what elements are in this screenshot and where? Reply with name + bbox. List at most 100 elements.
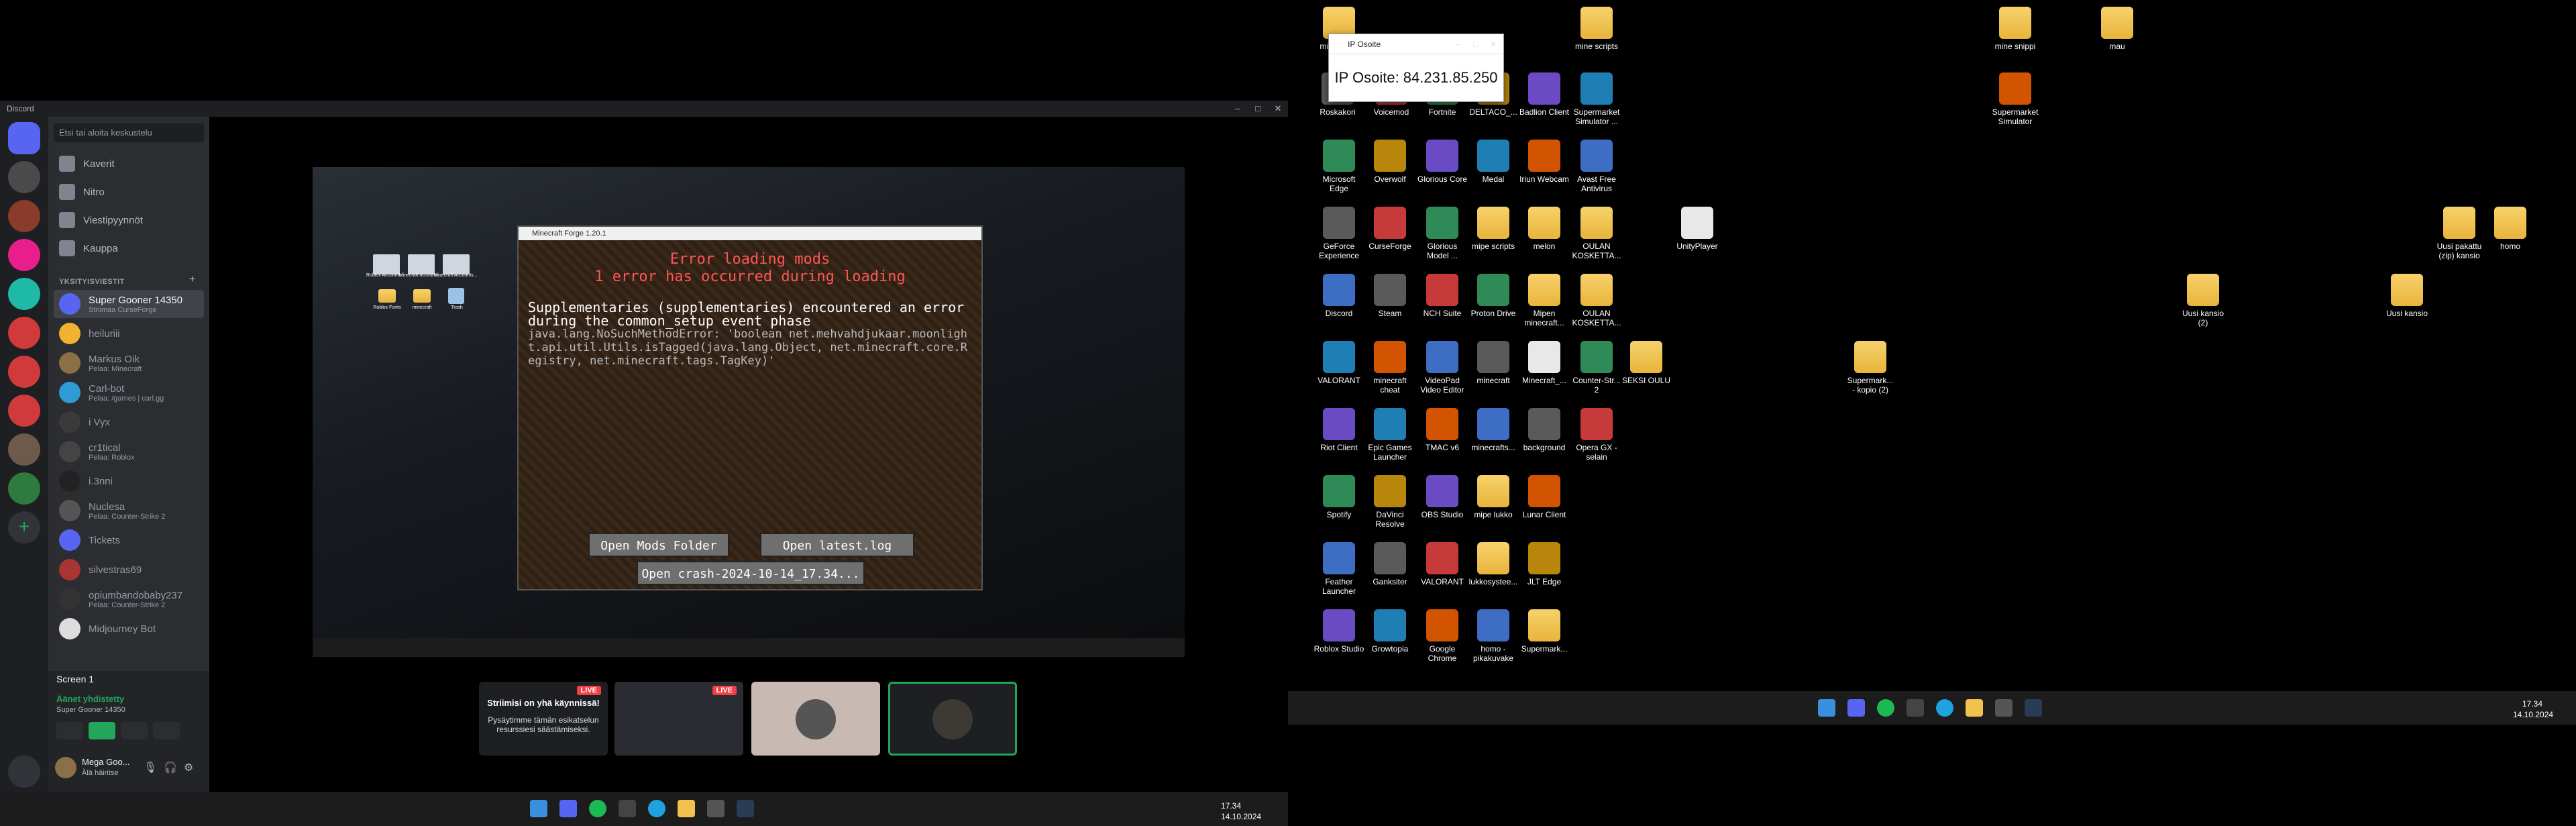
server-icon[interactable] [8, 395, 40, 427]
file-explorer-icon[interactable] [678, 800, 695, 817]
voice-connected-label[interactable]: Äänet yhdistetty [56, 694, 124, 704]
maximize-button[interactable]: □ [1467, 34, 1485, 54]
nav-friends[interactable]: Kaverit [54, 150, 204, 177]
spotify-icon[interactable] [589, 800, 606, 817]
nav-message-requests[interactable]: Viestipyynnöt [54, 207, 204, 234]
dm-item[interactable]: Tickets [54, 526, 204, 554]
desktop-icon[interactable]: Riot Client [1313, 408, 1364, 452]
create-dm-button[interactable]: + [189, 274, 195, 286]
desktop-icon[interactable]: VALORANT [1417, 542, 1468, 586]
desktop-icon[interactable]: homo [2485, 207, 2536, 251]
server-icon[interactable] [8, 200, 40, 232]
desktop-icon[interactable]: Growtopia [1364, 609, 1415, 654]
desktop-icon[interactable]: Mipen minecraft... [1519, 274, 1570, 327]
maximize-button[interactable]: □ [1248, 101, 1268, 117]
discover-icon[interactable] [8, 756, 40, 788]
desktop-icon[interactable]: Epic Games Launcher [1364, 408, 1415, 462]
nav-shop[interactable]: Kauppa [54, 235, 204, 262]
desktop-icon[interactable]: NCH Suite [1417, 274, 1468, 318]
screen-share-button[interactable] [89, 722, 115, 739]
minimize-button[interactable]: – [1450, 34, 1467, 54]
desktop-icon[interactable]: Badlion Client [1519, 72, 1570, 117]
desktop-icon[interactable]: Roblox Studio [1313, 609, 1364, 654]
add-server-icon[interactable]: + [8, 511, 40, 544]
desktop-icon[interactable]: Uusi kansio (2) [2178, 274, 2229, 327]
app-icon[interactable] [2025, 699, 2042, 717]
dm-item[interactable]: silvestras69 [54, 556, 204, 584]
minimize-button[interactable]: – [1228, 101, 1248, 117]
terminal-icon[interactable] [707, 800, 724, 817]
desktop-icon[interactable]: Supermarket Simulator [1990, 72, 2041, 126]
desktop-icon[interactable]: lukkosystee... [1468, 542, 1519, 586]
discord-icon[interactable] [1847, 699, 1865, 717]
edge-icon[interactable] [648, 800, 665, 817]
curseforge-icon[interactable] [619, 800, 636, 817]
desktop-icon[interactable]: minecraft [1468, 341, 1519, 385]
dm-item[interactable]: Nuclesa Pelaa: Counter-Strike 2 [54, 497, 204, 525]
desktop-icon[interactable]: OULAN KOSKETTA... [1571, 207, 1622, 260]
desktop-icon[interactable]: Overwolf [1364, 140, 1415, 184]
stream-thumbnail[interactable]: LIVE [614, 682, 743, 756]
nav-nitro[interactable]: Nitro [54, 178, 204, 205]
server-icon[interactable] [8, 317, 40, 349]
dm-item[interactable]: Super Gooner 14350 Striimaa CurseForge [54, 290, 204, 318]
curseforge-icon[interactable] [1907, 699, 1924, 717]
terminal-icon[interactable] [1995, 699, 2012, 717]
desktop-icon[interactable]: Minecraft_... [1519, 341, 1570, 385]
desktop-icon[interactable]: Lunar Client [1519, 475, 1570, 519]
desktop-icon[interactable]: Proton Drive [1468, 274, 1519, 318]
desktop-icon[interactable]: homo - pikakuvake [1468, 609, 1519, 663]
soundboard-button[interactable] [153, 722, 180, 739]
dm-item[interactable]: i.3nni [54, 467, 204, 495]
desktop-icon[interactable]: Avast Free Antivirus [1571, 140, 1622, 193]
avatar[interactable] [55, 757, 76, 778]
desktop-icon[interactable]: Supermarket Simulator ... [1571, 72, 1622, 126]
desktop-icon[interactable]: Glorious Model ... [1417, 207, 1468, 260]
desktop-icon[interactable]: Glorious Core [1417, 140, 1468, 184]
desktop-icon[interactable]: SEKSI OULU [1621, 341, 1672, 385]
desktop-icon[interactable]: Medal [1468, 140, 1519, 184]
desktop-icon[interactable]: VideoPad Video Editor [1417, 341, 1468, 395]
open-crash-report-button[interactable]: Open crash-2024-10-14_17.34... [637, 561, 865, 585]
dm-item[interactable]: Markus Oik Pelaa: Minecraft [54, 349, 204, 377]
close-button[interactable]: ✕ [1485, 34, 1502, 54]
dm-item[interactable]: cr1tical Pelaa: Roblox [54, 437, 204, 466]
desktop-icon[interactable]: GeForce Experience [1313, 207, 1364, 260]
desktop-icon[interactable]: Google Chrome [1417, 609, 1468, 663]
desktop-icon[interactable]: Supermark... [1519, 609, 1570, 654]
desktop-icon[interactable]: mine scripts [1571, 7, 1622, 51]
desktop-icon[interactable]: Counter-Str... 2 [1571, 341, 1622, 395]
gear-icon[interactable]: ⚙ [184, 761, 193, 774]
start-icon[interactable] [1818, 699, 1835, 717]
spotify-icon[interactable] [1877, 699, 1894, 717]
server-icon[interactable] [8, 356, 40, 388]
server-icon[interactable] [8, 161, 40, 193]
server-icon[interactable] [8, 278, 40, 310]
dm-item[interactable]: Carl-bot Pelaa: /games | carl.gg [54, 378, 204, 407]
desktop-icon[interactable]: Supermark... - kopio (2) [1845, 341, 1896, 395]
desktop-icon[interactable]: Steam [1364, 274, 1415, 318]
desktop-icon[interactable]: CurseForge [1364, 207, 1415, 251]
desktop-icon[interactable]: Feather Launcher [1313, 542, 1364, 596]
desktop-icon[interactable]: melon [1519, 207, 1570, 251]
desktop-icon[interactable]: JLT Edge [1519, 542, 1570, 586]
taskbar-date[interactable]: 14.10.2024 [1221, 812, 1261, 821]
discord-home-icon[interactable] [8, 122, 40, 154]
headset-icon[interactable]: 🎧 [164, 761, 177, 774]
desktop-icon[interactable]: Opera GX -selain [1571, 408, 1622, 462]
desktop-icon[interactable]: Discord [1313, 274, 1364, 318]
desktop-icon[interactable]: mipe scripts [1468, 207, 1519, 251]
start-icon[interactable] [530, 800, 547, 817]
close-button[interactable]: ✕ [1268, 101, 1288, 117]
dm-item[interactable]: opiumbandobaby237 Pelaa: Counter-Strike 2 [54, 585, 204, 613]
dm-item[interactable]: Midjourney Bot [54, 615, 204, 643]
app-icon[interactable] [737, 800, 754, 817]
dm-item[interactable]: i Vyx [54, 408, 204, 436]
desktop-icon[interactable]: Uusi pakattu (zip) kansio [2434, 207, 2485, 260]
desktop-icon[interactable]: UnityPlayer [1672, 207, 1723, 251]
desktop-icon[interactable]: OULAN KOSKETTA... [1571, 274, 1622, 327]
desktop-icon[interactable]: OBS Studio [1417, 475, 1468, 519]
taskbar-date[interactable]: 14.10.2024 [2513, 710, 2553, 719]
desktop-icon[interactable]: minecrafts... [1468, 408, 1519, 452]
desktop-icon[interactable]: Microsoft Edge [1313, 140, 1364, 193]
